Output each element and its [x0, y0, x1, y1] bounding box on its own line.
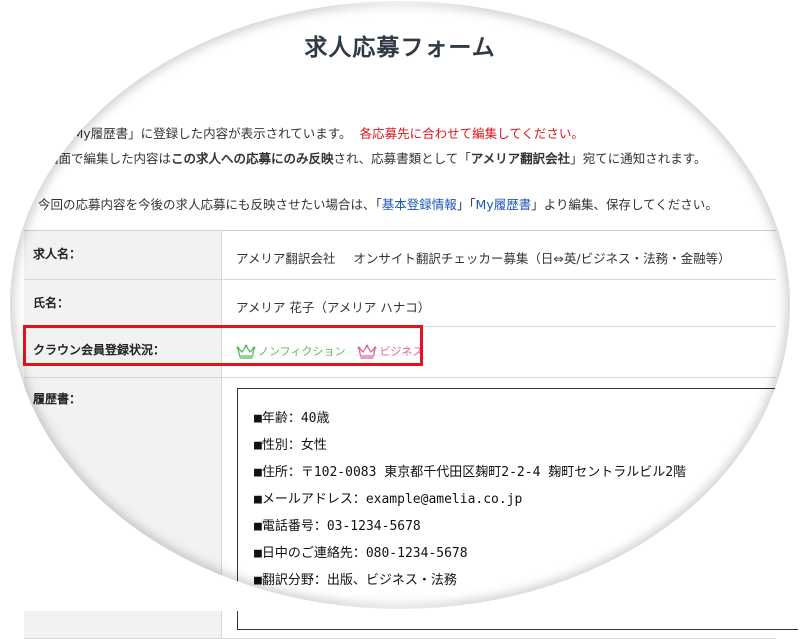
resume-line-address: ■住所：〒102-0083 東京都千代田区麹町2-2-4 麹町セントラルビル2階 — [254, 465, 687, 480]
resume-label: 履歴書： — [24, 378, 222, 638]
resume-textarea[interactable]: ■年齢：40歳 ■性別：女性 ■住所：〒102-0083 東京都千代田区麹町2-… — [237, 388, 798, 630]
resume-line-email: ■メールアドレス：example@amelia.co.jp — [254, 492, 523, 507]
job-row: 求人名： アメリア翻訳会社 オンサイト翻訳チェッカー募集（日⇔英/ビジネス・法務・… — [24, 231, 776, 280]
basic-info-link[interactable]: 基本登録情報 — [382, 197, 457, 212]
crown-status-highlight — [23, 325, 423, 366]
notice-line-3-text-b: 」「 — [456, 197, 476, 212]
resume-line-age: ■年齢：40歳 — [254, 411, 330, 426]
resume-line-translation-field: ■翻訳分野：出版、ビジネス・法務 — [254, 573, 457, 588]
notice-line-3: 今回の応募内容を今後の求人応募にも反映させたい場合は、「基本登録情報」「My履歴… — [38, 194, 718, 213]
resume-line-daytime-contact: ■日中のご連絡先：080-1234-5678 — [254, 546, 468, 561]
notice-line-2-bold: この求人への応募にのみ反映 — [171, 151, 334, 166]
notice-company-name: アメリア翻訳会社 — [470, 151, 571, 166]
notice-line-1-text: 「My履歴書」に登録した内容が表示されています。 — [60, 126, 352, 141]
job-label: 求人名： — [24, 231, 222, 279]
notice-line-1: 「My履歴書」に登録した内容が表示されています。 各応募先に合わせて編集してくださ… — [60, 123, 584, 142]
my-resume-link[interactable]: My履歴書 — [476, 197, 532, 212]
job-value: アメリア翻訳会社 オンサイト翻訳チェッカー募集（日⇔英/ビジネス・法務・金融等） — [222, 231, 776, 279]
notice-line-2-text-b: され、応募書類として「 — [333, 151, 471, 166]
name-row: 氏名： アメリア 花子（アメリア ハナコ） — [24, 280, 776, 327]
name-label: 氏名： — [24, 280, 222, 326]
name-value: アメリア 花子（アメリア ハナコ） — [236, 300, 431, 315]
resume-line-gender: ■性別：女性 — [254, 438, 327, 453]
notice-line-2-text-a: 画面で編集した内容は — [46, 151, 172, 166]
notice-line-3-text-c: 」より編集、保存してください。 — [531, 197, 718, 212]
page-title: 求人応募フォーム — [304, 35, 496, 61]
notice-line-2: 画面で編集した内容はこの求人への応募にのみ反映され、応募書類として「アメリア翻訳… — [46, 148, 706, 167]
notice-line-3-text-a: 今回の応募内容を今後の求人応募にも反映させたい場合は、「 — [38, 197, 382, 212]
notice-edit-warning: 各応募先に合わせて編集してください。 — [359, 126, 584, 141]
notice-line-2-text-c: 」宛てに通知されます。 — [570, 151, 707, 166]
job-company: アメリア翻訳会社 — [236, 251, 336, 266]
resume-line-phone: ■電話番号：03-1234-5678 — [254, 519, 421, 534]
job-title: オンサイト翻訳チェッカー募集（日⇔英/ビジネス・法務・金融等） — [353, 251, 731, 266]
